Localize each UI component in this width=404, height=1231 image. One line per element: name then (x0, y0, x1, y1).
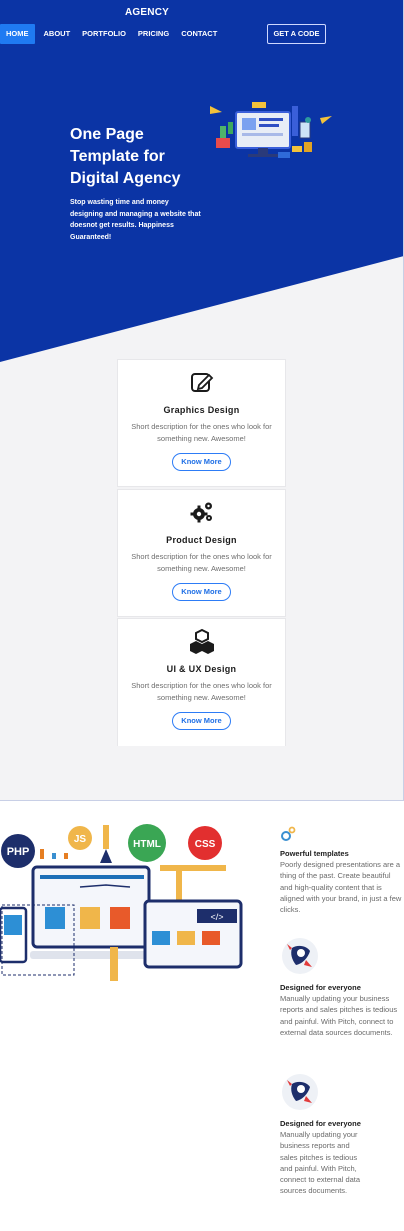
get-a-code-button[interactable]: GET A CODE (267, 24, 326, 44)
php-label: PHP (7, 846, 30, 858)
cubes-icon (189, 628, 214, 654)
nav-about[interactable]: ABOUT (38, 24, 77, 44)
feature-title: Designed for everyone (280, 1119, 361, 1128)
service-description: Short description for the ones who look … (131, 681, 272, 702)
service-card-uiux: UI & UX Design Short description for the… (117, 618, 286, 746)
feature-text: Poorly designed presentations are a thin… (280, 860, 402, 915)
nav-portfolio[interactable]: PORTFOLIO (76, 24, 132, 44)
know-more-button[interactable]: Know More (172, 712, 231, 730)
service-card-graphics: Graphics Design Short description for th… (117, 359, 286, 487)
web-development-illustration: PHP JS HTML CSS </> (0, 824, 243, 981)
know-more-button[interactable]: Know More (172, 453, 231, 471)
html-label: HTML (133, 839, 161, 850)
main-nav: HOME ABOUT PORTFOLIO PRICING CONTACT (0, 24, 223, 44)
nav-home[interactable]: HOME (0, 24, 35, 44)
gears-color-icon (281, 826, 296, 841)
feature-designed-for-everyone-2: Designed for everyone Manually updating … (280, 1072, 368, 1197)
service-description: Short description for the ones who look … (131, 552, 272, 573)
feature-text: Manually updating your business reports … (280, 994, 398, 1037)
service-card-product: Product Design Short description for the… (117, 489, 286, 617)
rocket-icon (282, 938, 318, 974)
edit-icon (190, 373, 213, 392)
brand-logo[interactable]: AGENCY (0, 7, 294, 18)
service-title: Graphics Design (163, 405, 240, 415)
feature-designed-for-everyone: Designed for everyone Manually updating … (280, 936, 404, 1038)
hero-subtitle: Stop wasting time and money designing an… (70, 199, 201, 241)
section-divider (0, 800, 404, 801)
code-tag-label: </> (210, 912, 223, 922)
feature-powerful-templates: Powerful templates Poorly designed prese… (280, 826, 404, 915)
service-title: Product Design (166, 535, 237, 545)
know-more-button[interactable]: Know More (172, 583, 231, 601)
service-description: Short description for the ones who look … (131, 422, 272, 443)
rocket-icon (282, 1074, 318, 1110)
nav-pricing[interactable]: PRICING (132, 24, 175, 44)
feature-title: Designed for everyone (280, 983, 361, 992)
feature-title: Powerful templates (280, 849, 349, 858)
service-title: UI & UX Design (166, 664, 237, 674)
feature-text: Manually updating your business reports … (280, 1130, 361, 1196)
css-label: CSS (195, 839, 216, 850)
gears-icon (190, 502, 212, 523)
hero-title: One Page Template for Digital Agency (70, 126, 181, 187)
workspace-illustration (210, 102, 332, 158)
nav-contact[interactable]: CONTACT (175, 24, 223, 44)
js-label: JS (74, 834, 87, 845)
